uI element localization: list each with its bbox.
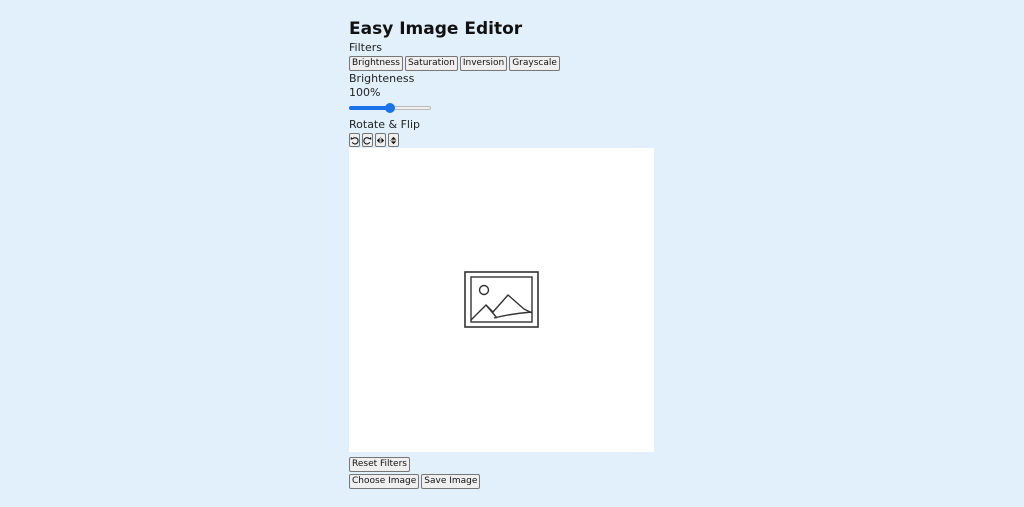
brightness-button[interactable]: Brightness (349, 56, 403, 71)
page-title: Easy Image Editor (349, 19, 523, 39)
rotate-left-button[interactable] (349, 133, 360, 147)
filter-buttons: Brightness Saturation Inversion Grayscal… (349, 56, 654, 71)
slider-thumb[interactable] (385, 103, 395, 113)
image-preview (349, 148, 654, 452)
flip-vertical-button[interactable] (388, 133, 399, 147)
reset-row: Reset Filters (349, 457, 654, 472)
flip-horizontal-icon (376, 136, 385, 144)
filter-value: 100% (349, 86, 381, 99)
rotate-heading: Rotate & Flip (349, 118, 421, 131)
filters-heading: Filters (349, 41, 382, 54)
rotate-buttons (349, 133, 654, 147)
editor-container: Easy Image Editor Filters Brightness Sat… (349, 18, 654, 490)
inversion-button[interactable]: Inversion (459, 56, 508, 71)
saturation-button[interactable]: Saturation (404, 56, 458, 71)
flip-vertical-icon (389, 136, 398, 144)
image-placeholder-icon (463, 271, 539, 328)
choose-image-button[interactable]: Choose Image (349, 474, 420, 489)
slider-fill (349, 106, 390, 110)
flip-horizontal-button[interactable] (375, 133, 386, 147)
grayscale-button[interactable]: Grayscale (509, 56, 560, 71)
save-image-button[interactable]: Save Image (421, 474, 481, 489)
file-actions-row: Choose Image Save Image (349, 474, 654, 489)
actions: Reset Filters Choose Image Save Image (349, 457, 654, 489)
active-filter-name: Brighteness (349, 72, 415, 85)
filter-slider[interactable] (349, 102, 431, 114)
rotate-left-icon (350, 136, 359, 144)
rotate-right-icon (363, 136, 372, 144)
reset-filters-button[interactable]: Reset Filters (349, 457, 410, 472)
rotate-right-button[interactable] (362, 133, 373, 147)
